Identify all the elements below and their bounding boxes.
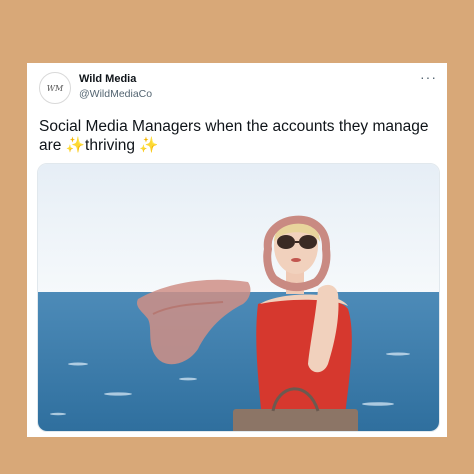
tweet-header: WM Wild Media @WildMediaCo ··· (39, 70, 437, 106)
sparkles-icon: ✨ (65, 137, 86, 154)
sky (38, 164, 439, 294)
tweet-text: Social Media Managers when the accounts … (39, 117, 439, 155)
tweet-text-highlight: thriving (85, 137, 135, 154)
avatar[interactable]: WM (39, 72, 71, 104)
photo-woman-scarf-sea (38, 164, 439, 431)
username-handle[interactable]: @WildMediaCo (79, 88, 152, 100)
sparkles-icon: ✨ (139, 137, 159, 154)
tweet-card[interactable]: WM Wild Media @WildMediaCo ··· Social Me… (27, 63, 447, 437)
tweet-media-image[interactable] (37, 163, 440, 432)
display-name[interactable]: Wild Media (79, 73, 136, 85)
handbag (233, 409, 358, 431)
more-options-icon[interactable]: ··· (420, 70, 437, 84)
